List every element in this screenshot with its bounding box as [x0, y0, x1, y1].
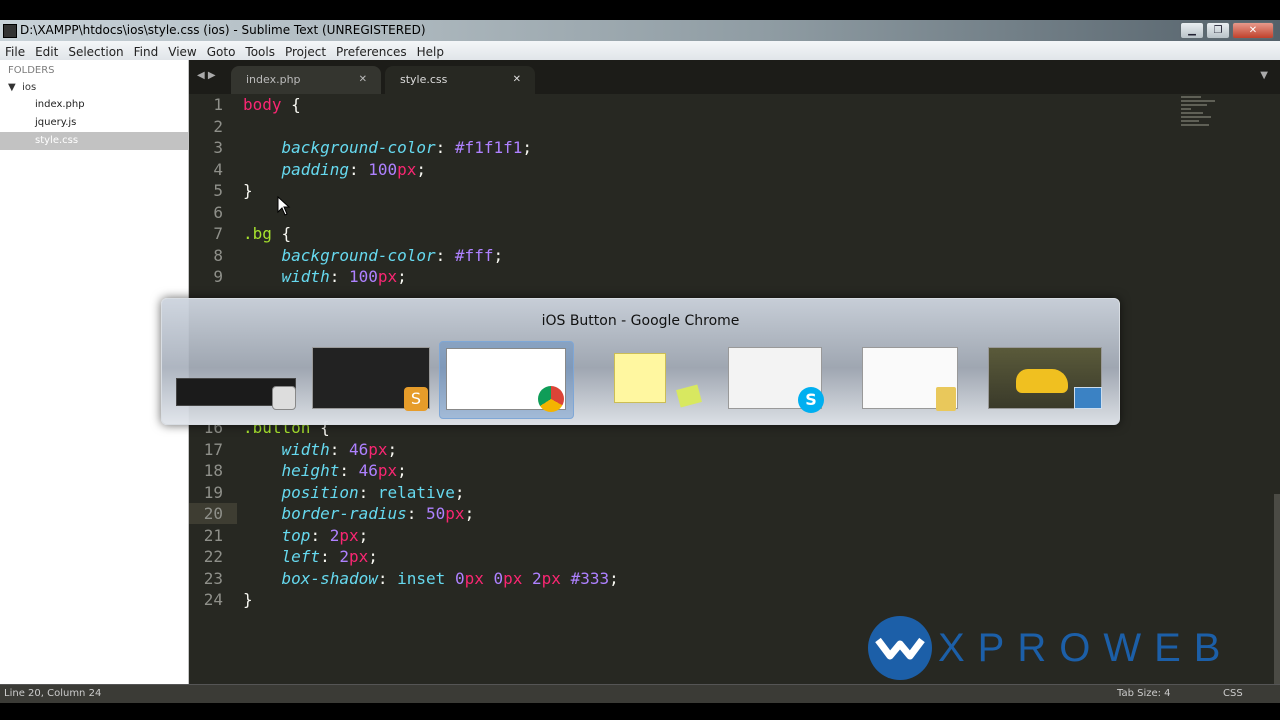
menu-help[interactable]: Help: [412, 43, 449, 59]
minimap[interactable]: [1181, 94, 1221, 144]
menu-find[interactable]: Find: [129, 43, 164, 59]
restore-button[interactable]: ❐: [1206, 22, 1230, 39]
explorer-icon: [272, 386, 296, 410]
code-line[interactable]: body {: [243, 95, 301, 114]
status-bar: Line 20, Column 24 Tab Size: 4 CSS: [0, 684, 1280, 703]
close-window-button[interactable]: ✕: [1232, 22, 1274, 39]
sublime-text-icon: S: [404, 387, 428, 411]
menu-goto[interactable]: Goto: [202, 43, 241, 59]
line-number: 2: [213, 117, 223, 136]
menu-project[interactable]: Project: [280, 43, 331, 59]
code-line[interactable]: width: 100px;: [243, 267, 407, 286]
code-line[interactable]: padding: 100px;: [243, 160, 427, 179]
code-line[interactable]: box-shadow: inset 0px 0px 2px #333;: [243, 569, 619, 588]
vertical-scrollbar[interactable]: [1274, 494, 1280, 684]
sidebar-file-style-css[interactable]: style.css: [0, 132, 188, 150]
line-number: 24: [203, 590, 223, 609]
menu-edit[interactable]: Edit: [30, 43, 63, 59]
menu-view[interactable]: View: [163, 43, 201, 59]
code-line[interactable]: background-color: #fff;: [243, 246, 504, 265]
code-line[interactable]: width: 46px;: [243, 440, 398, 459]
xproweb-watermark: XPROWEB: [868, 614, 1220, 680]
line-number: 17: [203, 440, 223, 459]
folder-ios[interactable]: ▼ ios: [8, 82, 36, 93]
syntax-selector[interactable]: CSS: [1223, 688, 1243, 699]
line-number: 3: [213, 138, 223, 157]
menu-file[interactable]: File: [0, 43, 30, 59]
close-tab-icon[interactable]: ✕: [513, 66, 521, 94]
line-number: 4: [213, 160, 223, 179]
menu-selection[interactable]: Selection: [63, 43, 128, 59]
desktop-icon: [1074, 387, 1102, 409]
tab-label: index.php: [246, 73, 301, 86]
line-number: 7: [213, 224, 223, 243]
chrome-icon: [538, 386, 564, 412]
line-number: 8: [213, 246, 223, 265]
minimize-button[interactable]: ▁: [1180, 22, 1204, 39]
line-number: 21: [203, 526, 223, 545]
line-number: 19: [203, 483, 223, 502]
code-line[interactable]: border-radius: 50px;: [243, 504, 475, 523]
switcher-title: iOS Button - Google Chrome: [541, 313, 740, 329]
window-titlebar[interactable]: D:\XAMPP\htdocs\ios\style.css (ios) - Su…: [0, 20, 1280, 41]
code-line[interactable]: }: [243, 590, 253, 609]
switcher-item-sublime-text[interactable]: S: [312, 347, 434, 413]
folder-expand-icon[interactable]: ▼: [8, 82, 16, 93]
cursor-position: Line 20, Column 24: [4, 688, 102, 699]
code-line[interactable]: position: relative;: [243, 483, 465, 502]
window-title: D:\XAMPP\htdocs\ios\style.css (ios) - Su…: [20, 23, 426, 37]
code-line[interactable]: .bg {: [243, 224, 291, 243]
line-number: 18: [203, 461, 223, 480]
tab-strip: ◀ ▶ index.php ✕ style.css ✕ ▼: [189, 60, 1280, 94]
close-tab-icon[interactable]: ✕: [359, 66, 367, 94]
switcher-item-folder[interactable]: [862, 347, 966, 417]
tab-dropdown-icon[interactable]: ▼: [1260, 70, 1268, 81]
switcher-item-desktop[interactable]: [988, 347, 1104, 417]
menubar: File Edit Selection Find View Goto Tools Projec…: [0, 41, 1280, 61]
line-number: 1: [213, 95, 223, 114]
code-line[interactable]: }: [243, 181, 253, 200]
mouse-cursor-icon: [277, 196, 291, 216]
tab-style-css[interactable]: style.css ✕: [385, 66, 535, 94]
line-number: 22: [203, 547, 223, 566]
skype-icon: S: [798, 387, 824, 413]
code-line[interactable]: height: 46px;: [243, 461, 407, 480]
tab-label: style.css: [400, 73, 448, 86]
window-controls: ▁ ❐ ✕: [1180, 22, 1274, 39]
sublime-app-icon: [3, 24, 17, 38]
folder-label: ios: [22, 82, 37, 93]
line-number: 6: [213, 203, 223, 222]
tab-size-selector[interactable]: Tab Size: 4: [1117, 688, 1171, 699]
switcher-item-explorer[interactable]: [176, 374, 296, 414]
folder-icon: [936, 387, 956, 411]
xproweb-logo-text: XPROWEB: [938, 626, 1234, 670]
xproweb-logo-icon: [868, 616, 932, 680]
line-number: 5: [213, 181, 223, 200]
folders-header: FOLDERS: [8, 65, 55, 76]
switcher-item-skype[interactable]: S: [728, 347, 832, 417]
code-line[interactable]: background-color: #f1f1f1;: [243, 138, 532, 157]
code-line[interactable]: left: 2px;: [243, 547, 378, 566]
tab-nav-arrows[interactable]: ◀ ▶: [197, 70, 216, 81]
sidebar-file-index-php[interactable]: index.php: [0, 96, 188, 114]
menu-preferences[interactable]: Preferences: [331, 43, 412, 59]
code-line[interactable]: top: 2px;: [243, 526, 369, 545]
switcher-item-sticky-notes[interactable]: [610, 353, 710, 413]
car-wallpaper-image: [1016, 369, 1068, 393]
line-number: 23: [203, 569, 223, 588]
tab-index-php[interactable]: index.php ✕: [231, 66, 381, 94]
switcher-item-google-chrome[interactable]: [439, 341, 574, 419]
menu-tools[interactable]: Tools: [240, 43, 280, 59]
alt-tab-switcher: iOS Button - Google Chrome S S: [161, 298, 1120, 425]
line-number: 9: [213, 267, 223, 286]
sidebar-file-jquery-js[interactable]: jquery.js: [0, 114, 188, 132]
line-number: 20: [203, 504, 223, 523]
sticky-notes-icon: [676, 384, 702, 408]
